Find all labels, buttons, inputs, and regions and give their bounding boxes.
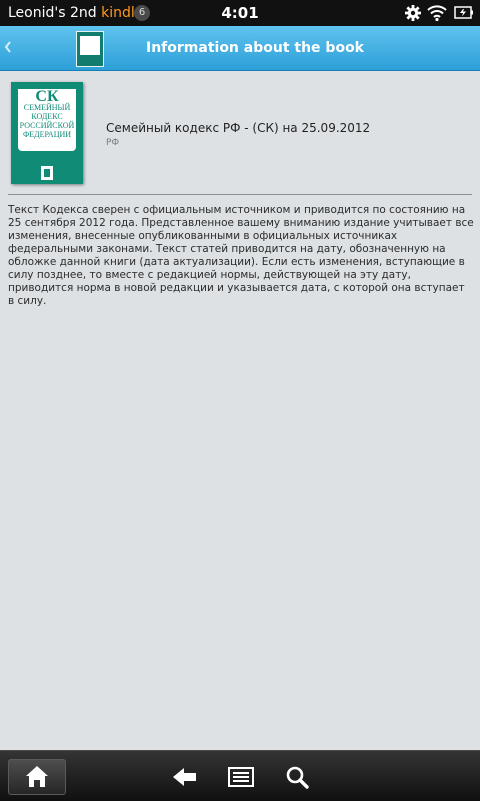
cover-panel: СК Семейный кодекс Российской Федерации	[18, 89, 76, 151]
menu-button[interactable]	[226, 763, 256, 791]
gear-icon[interactable]	[404, 4, 422, 22]
wifi-icon[interactable]	[427, 4, 447, 22]
battery-icon[interactable]	[454, 4, 474, 22]
back-arrow-icon	[173, 768, 196, 786]
search-button[interactable]	[283, 763, 313, 791]
device-name: Leonid's 2nd kindle	[8, 4, 143, 22]
chevron-left-icon[interactable]	[2, 38, 14, 56]
title-bar: Information about the book	[0, 26, 480, 71]
back-button[interactable]	[170, 763, 200, 791]
page-title: Information about the book	[146, 40, 364, 56]
status-bar: Leonid's 2nd kindle 6 4:01	[0, 0, 480, 26]
home-button[interactable]	[8, 759, 66, 795]
cover-title: Семейный кодекс Российской Федерации	[19, 103, 75, 139]
publisher-emblem-icon	[41, 166, 53, 180]
home-icon	[26, 766, 48, 787]
book-thumbnail	[76, 31, 104, 67]
bottom-nav-bar	[0, 750, 480, 801]
device-owner-label: Leonid's 2nd	[8, 5, 97, 21]
book-cover: СК Семейный кодекс Российской Федерации	[11, 82, 83, 184]
book-description: Текст Кодекса сверен с официальным источ…	[8, 204, 474, 307]
book-author: РФ	[106, 138, 120, 148]
divider	[8, 194, 472, 195]
status-time: 4:01	[221, 4, 259, 22]
search-icon	[286, 766, 309, 789]
notification-badge[interactable]: 6	[134, 5, 150, 21]
menu-icon	[228, 767, 254, 787]
book-title: Семейный кодекс РФ - (СК) на 25.09.2012	[106, 121, 371, 135]
